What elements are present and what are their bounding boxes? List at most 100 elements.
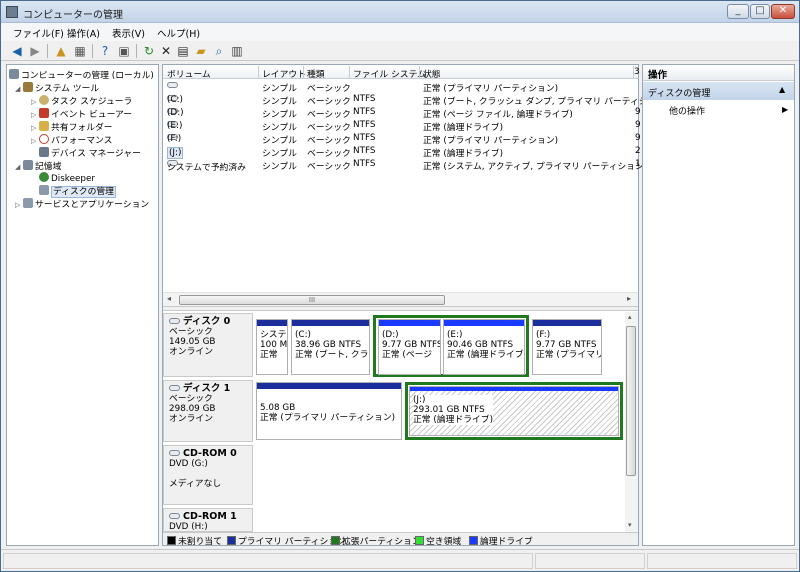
computer-icon — [9, 69, 19, 79]
scroll-thumb[interactable]: III — [179, 295, 445, 305]
disk1-label[interactable]: ディスク 1 ベーシック 298.09 GB オンライン — [163, 380, 253, 442]
disk-view-icon[interactable]: ▥ — [229, 43, 245, 59]
forward-arrow-icon[interactable]: ▶ — [27, 43, 43, 59]
tree-item-storage[interactable]: ◢ 記憶域 — [15, 159, 61, 172]
table-row[interactable]: (F:) シンプル ベーシック NTFS 正常 (プライマリ パーティション) … — [163, 132, 641, 146]
minimize-button[interactable]: _ — [727, 4, 749, 19]
show-action-pane-icon[interactable]: ▣ — [116, 43, 132, 59]
partition-label: (J:) — [413, 395, 426, 405]
tree-item-disk-management[interactable]: ディスクの管理 — [39, 184, 116, 198]
horizontal-scrollbar[interactable]: ◂ III ▸ — [163, 292, 638, 306]
help-icon[interactable]: ? — [97, 43, 113, 59]
partition-size: 9.77 GB NTFS — [382, 340, 441, 350]
legend-unallocated: 未割り当て — [167, 534, 222, 547]
disk-management-icon — [39, 185, 49, 195]
primary-bar — [292, 320, 369, 326]
table-row[interactable]: システムで予約済み シンプル ベーシック NTFS 正常 (システム, アクティ… — [163, 158, 647, 173]
tree-item-event-viewer[interactable]: ▷ イベント ビューアー — [31, 107, 132, 120]
properties-icon[interactable]: ▤ — [175, 43, 191, 59]
computer-management-icon — [6, 6, 18, 18]
expand-arrow-icon[interactable]: ▷ — [15, 201, 23, 209]
tree-item-services[interactable]: ▷ サービスとアプリケーション — [15, 197, 149, 210]
column-type[interactable]: 種類 — [307, 67, 325, 80]
maximize-button[interactable]: □ — [750, 4, 770, 19]
column-separator[interactable] — [303, 66, 304, 78]
disk1-state: オンライン — [169, 414, 213, 424]
more-actions-item[interactable]: 他の操作 — [669, 104, 705, 117]
more-actions-label: 他の操作 — [669, 107, 706, 117]
partition-j[interactable]: (J:) 293.01 GB NTFS 正常 (論理ドライブ) — [409, 386, 619, 436]
partition-status: 正常 (プライマリ パーティション) — [260, 413, 396, 423]
menu-help[interactable]: ヘルプ(H) — [157, 26, 200, 40]
table-row[interactable]: (E:) シンプル ベーシック NTFS 正常 (論理ドライブ) 9 — [163, 119, 641, 133]
actions-section-disk-management[interactable]: ディスクの管理 ▲ — [643, 82, 794, 100]
scroll-left-icon[interactable]: ◂ — [167, 294, 171, 303]
partition-c[interactable]: (C:) 38.96 GB NTFS 正常 (ブート, クラッ — [291, 319, 370, 375]
scroll-right-icon[interactable]: ▸ — [627, 294, 631, 303]
menu-action[interactable]: 操作(A) — [67, 26, 100, 40]
tree-item-device-manager[interactable]: デバイス マネージャー — [39, 146, 141, 159]
partition-label: (F:) — [536, 330, 551, 340]
collapse-arrow-icon[interactable]: ◢ — [15, 163, 23, 171]
expand-arrow-icon[interactable]: ▷ — [31, 98, 39, 106]
expand-arrow-icon[interactable]: ▷ — [31, 111, 39, 119]
partition-status: 正常 (論理ドライブ) — [413, 415, 494, 425]
table-row[interactable]: (D:) シンプル ベーシック NTFS 正常 (ページ ファイル, 論理ドライ… — [163, 106, 641, 120]
toolbar-separator — [136, 44, 137, 58]
menu-file[interactable]: ファイル(F) — [13, 26, 64, 40]
volume-name: システムで予約済み — [167, 163, 246, 173]
open-folder-icon[interactable]: ▰ — [193, 43, 209, 59]
scroll-up-icon[interactable]: ▴ — [628, 313, 632, 321]
cdrom0-label[interactable]: CD-ROM 0 DVD (G:) メディアなし — [163, 445, 253, 505]
column-volume[interactable]: ボリューム — [167, 67, 211, 80]
partition-e[interactable]: (E:) 90.46 GB NTFS 正常 (論理ドライブ — [443, 319, 525, 375]
toolbar-separator — [92, 44, 93, 58]
expand-arrow-icon[interactable]: ▷ — [31, 137, 39, 145]
refresh-icon[interactable]: ↻ — [141, 43, 157, 59]
clock-icon — [39, 95, 49, 105]
column-capacity[interactable]: 3 — [634, 67, 640, 77]
tree-item-shared-folders[interactable]: ▷ 共有フォルダー — [31, 120, 113, 133]
tree-item-system-tools[interactable]: ◢ システム ツール — [15, 81, 100, 94]
expand-arrow-icon[interactable]: ▷ — [31, 124, 39, 132]
tree-item-diskeeper[interactable]: Diskeeper — [39, 172, 95, 184]
up-folder-icon[interactable]: ▲ — [53, 43, 69, 59]
show-hide-tree-icon[interactable]: ▦ — [72, 43, 88, 59]
column-separator[interactable] — [419, 66, 420, 78]
cdrom1-label[interactable]: CD-ROM 1 DVD (H:) — [163, 508, 253, 532]
tree-item-task-scheduler[interactable]: ▷ タスク スケジューラ — [31, 94, 132, 107]
tree-item-performance[interactable]: ▷ パフォーマンス — [31, 133, 112, 146]
back-arrow-icon[interactable]: ◀ — [9, 43, 25, 59]
pane-splitter[interactable] — [163, 306, 638, 311]
volume-table-header: ボリューム レイアウト 種類 ファイル システム 状態 3 — [163, 65, 640, 80]
graphical-view-scrollbar[interactable]: ▴ ▾ — [625, 312, 638, 532]
tree-system-tools-label: システム ツール — [35, 84, 100, 94]
column-status[interactable]: 状態 — [423, 67, 441, 80]
disk0-label[interactable]: ディスク 0 ベーシック 149.05 GB オンライン — [163, 313, 253, 377]
table-row[interactable]: (J:) シンプル ベーシック NTFS 正常 (論理ドライブ) 2 — [163, 145, 641, 159]
column-filesystem[interactable]: ファイル システム — [353, 67, 426, 80]
partition-unlabeled-primary[interactable]: 5.08 GB 正常 (プライマリ パーティション) — [256, 382, 402, 440]
collapse-arrow-icon[interactable]: ◢ — [15, 85, 23, 93]
delete-icon[interactable]: ✕ — [158, 43, 174, 59]
window-title: コンピューターの管理 — [23, 10, 123, 21]
scroll-down-icon[interactable]: ▾ — [628, 521, 632, 529]
volume-icon — [167, 82, 178, 88]
submenu-arrow-icon[interactable]: ▶ — [782, 105, 788, 114]
navigation-tree: コンピューターの管理 (ローカル) ◢ システム ツール ▷ タスク スケジューラ … — [6, 64, 159, 546]
close-button[interactable]: ✕ — [771, 4, 795, 19]
partition-d[interactable]: (D:) 9.77 GB NTFS 正常 (ページ — [378, 319, 441, 375]
table-row[interactable]: シンプル ベーシック 正常 (プライマリ パーティション) — [163, 80, 633, 94]
collapse-arrow-icon[interactable]: ▲ — [779, 85, 785, 94]
disk0-partitions: システ 100 M 正常 (C:) 38.96 GB NTFS 正常 (ブート, クラッ… — [256, 315, 626, 377]
scroll-thumb[interactable] — [626, 326, 636, 476]
search-icon[interactable]: ⌕ — [211, 43, 227, 59]
partition-system-reserved[interactable]: システ 100 M 正常 — [256, 319, 288, 375]
column-layout[interactable]: レイアウト — [262, 67, 306, 80]
column-separator[interactable] — [349, 66, 350, 78]
menu-view[interactable]: 表示(V) — [112, 26, 145, 40]
table-row[interactable]: (C:) シンプル ベーシック NTFS 正常 (ブート, クラッシュ ダンプ,… — [163, 93, 669, 107]
partition-f[interactable]: (F:) 9.77 GB NTFS 正常 (プライマリ — [532, 319, 602, 375]
tree-item-root[interactable]: コンピューターの管理 (ローカル) — [9, 68, 154, 81]
column-separator[interactable] — [258, 66, 259, 78]
